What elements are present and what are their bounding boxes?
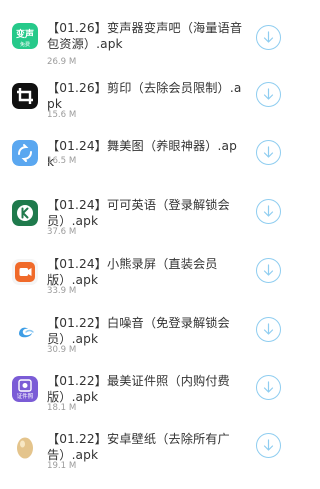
voice-changer-icon: 变声 免费 — [12, 23, 38, 49]
list-item[interactable]: 【01.26】剪印（去除会员限制）.apk 15.6 M — [0, 80, 294, 138]
wallpaper-egg-icon — [12, 434, 38, 460]
voice-changer-icon-text: 变声 — [16, 28, 34, 40]
file-size: 33.9 M — [47, 286, 77, 296]
download-arrow-icon — [263, 323, 274, 335]
app-title[interactable]: 【01.24】舞美图（养眼神器）.apk — [47, 138, 243, 170]
download-arrow-icon — [263, 146, 274, 158]
id-photo-icon: 证件照 — [12, 376, 38, 402]
id-photo-icon-text: 证件照 — [17, 392, 34, 400]
download-button[interactable] — [256, 433, 281, 458]
app-title[interactable]: 【01.22】白噪音（免登录解锁会员）.apk — [47, 315, 243, 347]
file-size: 26.9 M — [47, 57, 77, 67]
app-title[interactable]: 【01.22】最美证件照（内购付费版）.apk — [47, 373, 243, 405]
file-size: 37.6 M — [47, 227, 77, 237]
download-button[interactable] — [256, 140, 281, 165]
white-noise-icon — [12, 318, 38, 344]
screen-recorder-icon — [12, 259, 38, 285]
voice-changer-icon-subtext: 免费 — [20, 41, 30, 48]
download-arrow-icon — [263, 31, 274, 43]
download-button[interactable] — [256, 199, 281, 224]
download-arrow-icon — [263, 88, 274, 100]
app-title[interactable]: 【01.22】安卓壁纸（去除所有广告）.apk — [47, 431, 243, 463]
file-size: 30.9 M — [47, 345, 77, 355]
photo-app-icon — [12, 140, 38, 166]
file-size: 16.5 M — [47, 156, 77, 166]
app-title[interactable]: 【01.24】小熊录屏（直装会员版）.apk — [47, 256, 243, 288]
download-button[interactable] — [256, 375, 281, 400]
list-item[interactable]: 【01.22】白噪音（免登录解锁会员）.apk 30.9 M — [0, 315, 294, 373]
download-button[interactable] — [256, 25, 281, 50]
video-editor-icon — [12, 83, 38, 109]
list-item[interactable]: 证件照 【01.22】最美证件照（内购付费版）.apk 18.1 M — [0, 373, 294, 431]
download-arrow-icon — [263, 205, 274, 217]
list-item[interactable]: 变声 免费 【01.26】变声器变声吧（海量语音包资源）.apk 26.9 M — [0, 20, 294, 78]
apk-download-list: 变声 免费 【01.26】变声器变声吧（海量语音包资源）.apk 26.9 M … — [0, 0, 294, 488]
download-button[interactable] — [256, 82, 281, 107]
list-item[interactable]: 【01.24】小熊录屏（直装会员版）.apk 33.9 M — [0, 256, 294, 314]
download-arrow-icon — [263, 439, 274, 451]
file-size: 18.1 M — [47, 403, 77, 413]
app-title[interactable]: 【01.24】可可英语（登录解锁会员）.apk — [47, 197, 243, 229]
list-item[interactable]: 【01.22】安卓壁纸（去除所有广告）.apk 19.1 M — [0, 431, 294, 489]
download-arrow-icon — [263, 381, 274, 393]
app-title[interactable]: 【01.26】剪印（去除会员限制）.apk — [47, 80, 243, 112]
file-size: 19.1 M — [47, 461, 77, 471]
download-button[interactable] — [256, 317, 281, 342]
english-app-icon — [12, 200, 38, 226]
list-item[interactable]: 【01.24】可可英语（登录解锁会员）.apk 37.6 M — [0, 197, 294, 255]
app-title[interactable]: 【01.26】变声器变声吧（海量语音包资源）.apk — [47, 20, 243, 52]
download-arrow-icon — [263, 264, 274, 276]
file-size: 15.6 M — [47, 110, 77, 120]
list-item[interactable]: 【01.24】舞美图（养眼神器）.apk 16.5 M — [0, 138, 294, 196]
download-button[interactable] — [256, 258, 281, 283]
